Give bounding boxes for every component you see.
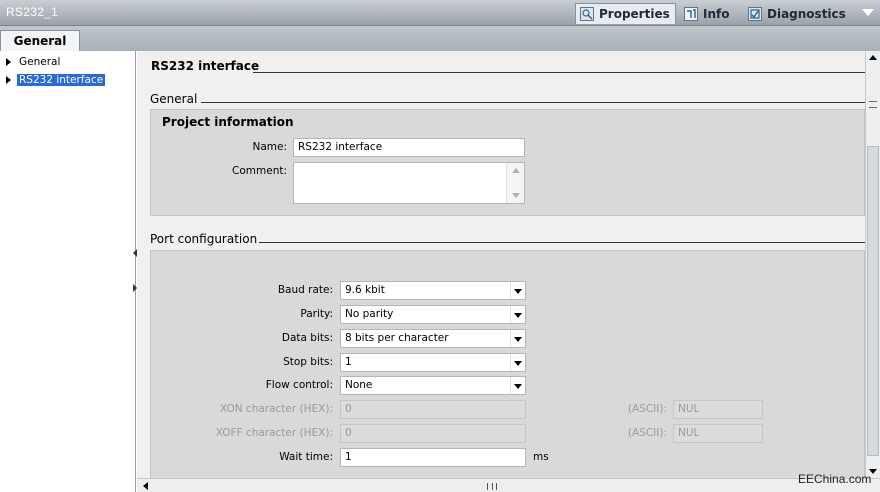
watermark: EEChina.com	[798, 472, 872, 486]
wait-time-label: Wait time:	[279, 451, 333, 463]
textarea-scrollbar[interactable]	[506, 163, 524, 203]
dropdown-arrow-icon[interactable]	[510, 330, 525, 347]
wait-time-value: 1	[345, 451, 352, 463]
dropdown-arrow-icon[interactable]	[510, 282, 525, 299]
section-general-title: General	[150, 92, 198, 106]
scroll-down-icon[interactable]	[512, 193, 520, 198]
properties-icon	[580, 7, 594, 21]
dropdown-arrow-icon[interactable]	[510, 306, 525, 323]
xoff-ascii-label: (ASCII):	[627, 427, 667, 439]
parity-value: No parity	[345, 308, 394, 320]
tab-properties-label: Properties	[599, 7, 670, 21]
xoff-character-field: 0	[340, 424, 526, 443]
vertical-scrollbar[interactable]	[865, 51, 880, 478]
tab-general[interactable]: General	[0, 30, 80, 51]
scroll-up-icon[interactable]	[512, 168, 520, 173]
xoff-ascii-field: NUL	[673, 424, 763, 443]
stop-bits-select[interactable]: 1	[340, 353, 526, 372]
scroll-grip-icon[interactable]	[487, 483, 497, 490]
xoff-character-label: XOFF character (HEX):	[215, 427, 333, 439]
title-bar: RS232_1 Properties Info Diagnostics	[0, 0, 880, 26]
xoff-character-value: 0	[345, 427, 352, 439]
group-title: Project information	[162, 115, 294, 129]
xon-character-label: XON character (HEX):	[219, 403, 333, 415]
subtab-bar: General	[0, 26, 880, 51]
data-bits-value: 8 bits per character	[345, 332, 449, 344]
tree-item-label: General	[19, 55, 61, 68]
window-title: RS232_1	[6, 5, 59, 19]
tab-properties[interactable]: Properties	[575, 3, 676, 24]
scroll-up-icon[interactable]	[869, 55, 877, 60]
data-bits-label: Data bits:	[281, 332, 333, 344]
tree-item-rs232-interface[interactable]: RS232 interface	[6, 72, 106, 87]
project-information-group: Project information Name: RS232 interfac…	[150, 109, 865, 216]
xoff-ascii-value: NUL	[678, 427, 700, 439]
wait-time-field[interactable]: 1	[340, 448, 526, 467]
scroll-left-icon[interactable]	[143, 482, 148, 490]
baud-rate-label: Baud rate:	[277, 284, 333, 296]
comment-label: Comment:	[232, 165, 287, 177]
flow-control-value: None	[345, 379, 373, 391]
info-icon	[684, 6, 698, 21]
name-label: Name:	[252, 141, 287, 153]
split-handle-icon[interactable]	[869, 101, 877, 108]
xon-character-field: 0	[340, 400, 526, 419]
divider	[201, 102, 865, 103]
xon-ascii-label: (ASCII):	[627, 403, 667, 415]
divider	[253, 72, 865, 73]
tab-info[interactable]: Info	[680, 3, 740, 24]
baud-rate-select[interactable]: 9.6 kbit	[340, 281, 526, 300]
scroll-thumb[interactable]	[867, 146, 879, 456]
expand-arrow-icon[interactable]	[6, 75, 11, 84]
xon-character-value: 0	[345, 403, 352, 415]
stop-bits-value: 1	[345, 356, 352, 368]
data-bits-select[interactable]: 8 bits per character	[340, 329, 526, 348]
parity-select[interactable]: No parity	[340, 305, 526, 324]
comment-textarea[interactable]	[293, 162, 525, 204]
dropdown-arrow-icon[interactable]	[510, 354, 525, 371]
tree-item-label: RS232 interface	[17, 73, 106, 86]
expand-arrow-icon[interactable]	[6, 57, 11, 66]
flow-control-label: Flow control:	[265, 379, 333, 391]
navigation-tree: General RS232 interface	[0, 51, 137, 492]
name-field[interactable]: RS232 interface	[293, 138, 525, 157]
name-value: RS232 interface	[298, 141, 383, 153]
xon-ascii-value: NUL	[678, 403, 700, 415]
horizontal-scrollbar[interactable]	[137, 478, 880, 492]
dropdown-arrow-icon[interactable]	[510, 377, 525, 394]
stop-bits-label: Stop bits:	[283, 356, 333, 368]
tab-info-label: Info	[703, 6, 730, 21]
flow-control-select[interactable]: None	[340, 376, 526, 395]
section-port-configuration-title: Port configuration	[150, 232, 258, 246]
wait-time-unit: ms	[533, 451, 549, 463]
xon-ascii-field: NUL	[673, 400, 763, 419]
tab-diagnostics-label: Diagnostics	[767, 6, 846, 21]
divider	[259, 242, 865, 243]
collapse-panel-icon[interactable]	[862, 9, 874, 16]
page-title: RS232 interface	[151, 59, 260, 73]
port-configuration-group: Baud rate: 9.6 kbit Parity: No parity Da…	[150, 250, 865, 478]
diagnostics-icon	[748, 6, 762, 21]
properties-content: RS232 interface General Project informat…	[137, 51, 865, 478]
baud-rate-value: 9.6 kbit	[345, 284, 385, 296]
tree-item-general[interactable]: General	[6, 54, 62, 69]
tab-diagnostics[interactable]: Diagnostics	[744, 3, 852, 24]
parity-label: Parity:	[300, 308, 333, 320]
